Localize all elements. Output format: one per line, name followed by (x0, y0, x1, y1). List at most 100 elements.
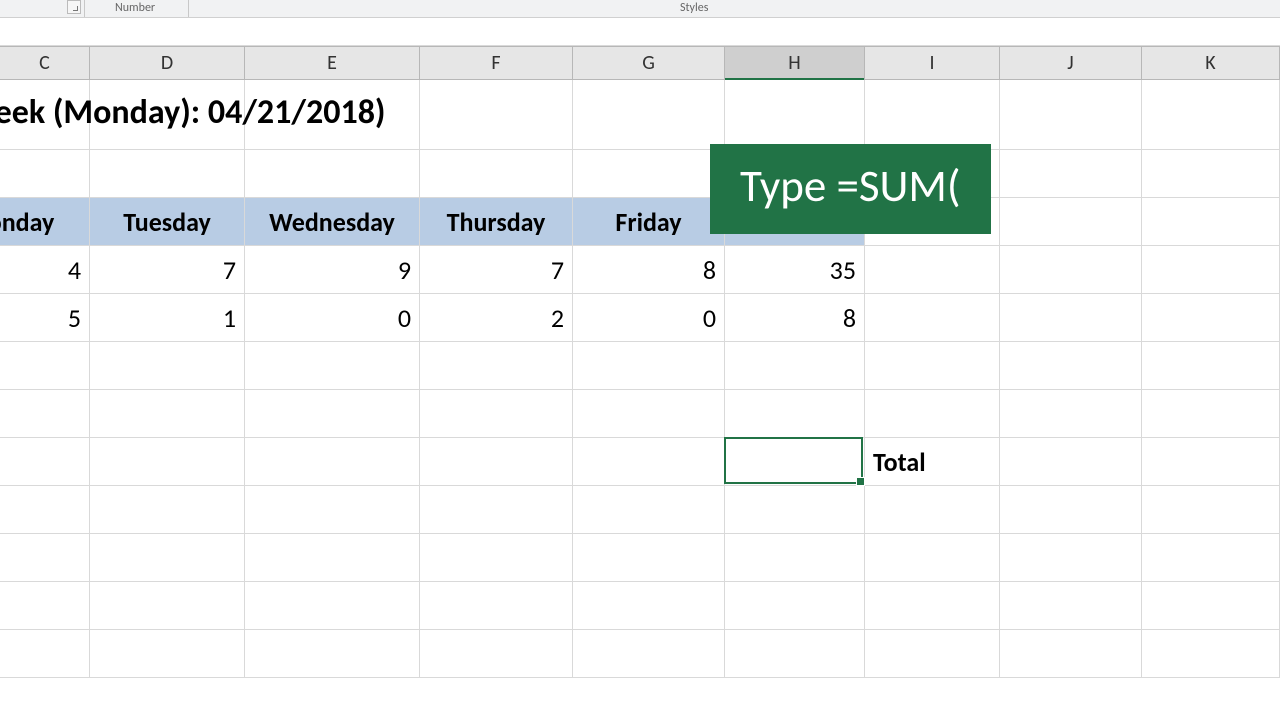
cell[interactable] (1000, 80, 1142, 150)
cell[interactable] (573, 582, 725, 630)
cell[interactable] (1000, 438, 1142, 486)
cell[interactable] (420, 630, 573, 678)
cell[interactable] (573, 534, 725, 582)
cell[interactable]: 8 (573, 246, 725, 294)
cell[interactable] (865, 630, 1000, 678)
cell[interactable] (573, 438, 725, 486)
cell[interactable] (865, 80, 1000, 150)
cell[interactable] (1000, 390, 1142, 438)
cell[interactable]: 2 (420, 294, 573, 342)
cell[interactable] (420, 582, 573, 630)
table-header-row[interactable]: MondayTuesdayWednesdayThursdayFridayTota… (0, 198, 1280, 246)
cell[interactable] (865, 246, 1000, 294)
cell[interactable] (90, 582, 245, 630)
cell[interactable] (245, 582, 420, 630)
grid-row[interactable] (0, 150, 1280, 198)
cell[interactable] (1142, 246, 1280, 294)
grid-row[interactable] (0, 630, 1280, 678)
cell[interactable] (573, 486, 725, 534)
grid-row[interactable]: Total (0, 438, 1280, 486)
cell[interactable] (725, 80, 865, 150)
cell[interactable] (90, 342, 245, 390)
cell[interactable] (573, 630, 725, 678)
cell[interactable] (420, 342, 573, 390)
cell[interactable] (245, 342, 420, 390)
cell[interactable] (1142, 198, 1280, 246)
cell[interactable] (725, 390, 865, 438)
cell[interactable]: 7 (420, 246, 573, 294)
cell[interactable] (865, 582, 1000, 630)
cell[interactable]: Thursday (420, 198, 573, 246)
cell[interactable] (1000, 534, 1142, 582)
column-header-k[interactable]: K (1142, 47, 1280, 79)
cell[interactable] (1000, 246, 1142, 294)
cell[interactable] (0, 534, 90, 582)
cell[interactable] (245, 438, 420, 486)
cell[interactable] (1000, 294, 1142, 342)
cell[interactable] (90, 438, 245, 486)
cell[interactable] (573, 390, 725, 438)
cell[interactable]: Friday (573, 198, 725, 246)
cell[interactable]: 7 (90, 246, 245, 294)
cell[interactable]: 1 (90, 294, 245, 342)
cell[interactable]: Tuesday (90, 198, 245, 246)
cell[interactable] (420, 486, 573, 534)
cell[interactable] (725, 582, 865, 630)
cell[interactable]: 0 (573, 294, 725, 342)
cell[interactable] (725, 486, 865, 534)
cell[interactable] (1142, 342, 1280, 390)
cell[interactable] (1000, 342, 1142, 390)
grid-row[interactable] (0, 534, 1280, 582)
cell[interactable] (865, 294, 1000, 342)
cell[interactable]: 0 (245, 294, 420, 342)
cell[interactable] (1142, 486, 1280, 534)
cell[interactable] (725, 438, 865, 486)
cell[interactable]: 35 (725, 246, 865, 294)
table-row[interactable]: 4797835 (0, 246, 1280, 294)
column-header-c[interactable]: C (0, 47, 90, 79)
cell[interactable] (573, 342, 725, 390)
cell[interactable] (0, 438, 90, 486)
cell[interactable] (420, 150, 573, 198)
cell[interactable] (245, 150, 420, 198)
cell[interactable] (865, 342, 1000, 390)
cell[interactable] (0, 390, 90, 438)
spreadsheet-grid[interactable]: CDEFGHIJK Week (Monday): 04/21/2018) Mon… (0, 46, 1280, 678)
cell[interactable] (1142, 80, 1280, 150)
cell[interactable] (90, 630, 245, 678)
cell[interactable] (420, 438, 573, 486)
cell[interactable] (420, 80, 573, 150)
cell[interactable]: Monday (0, 198, 90, 246)
cell[interactable]: Wednesday (245, 198, 420, 246)
cell[interactable] (0, 150, 90, 198)
cell[interactable]: 8 (725, 294, 865, 342)
cell[interactable] (865, 486, 1000, 534)
column-header-g[interactable]: G (573, 47, 725, 79)
cell[interactable] (245, 534, 420, 582)
cell[interactable] (573, 80, 725, 150)
cell[interactable] (245, 486, 420, 534)
grid-row[interactable] (0, 342, 1280, 390)
cell[interactable] (90, 150, 245, 198)
cell[interactable] (725, 630, 865, 678)
cell[interactable] (0, 342, 90, 390)
cell[interactable] (1000, 198, 1142, 246)
cell[interactable] (420, 534, 573, 582)
cell[interactable] (245, 630, 420, 678)
grid-row[interactable] (0, 390, 1280, 438)
cell[interactable] (1000, 150, 1142, 198)
cell[interactable] (90, 390, 245, 438)
cell[interactable] (1142, 534, 1280, 582)
cell[interactable] (1000, 582, 1142, 630)
cell[interactable] (0, 486, 90, 534)
cell[interactable]: 4 (0, 246, 90, 294)
column-header-d[interactable]: D (90, 47, 245, 79)
cell[interactable] (1000, 486, 1142, 534)
cell[interactable] (1000, 630, 1142, 678)
cell[interactable] (245, 390, 420, 438)
cell[interactable] (420, 390, 573, 438)
cell[interactable]: Week (Monday): 04/21/2018) (0, 80, 90, 150)
column-header-h[interactable]: H (725, 47, 865, 79)
column-header-i[interactable]: I (865, 47, 1000, 79)
cell[interactable] (1142, 150, 1280, 198)
